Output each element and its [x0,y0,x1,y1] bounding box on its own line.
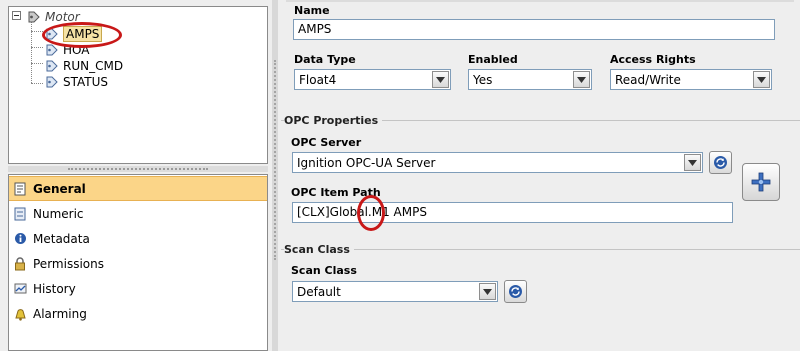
annotation-ellipse [357,195,385,231]
category-general[interactable]: General [9,176,267,201]
general-icon [13,181,27,197]
data-type-label: Data Type [294,53,356,66]
chevron-down-icon[interactable] [684,154,701,171]
tag-tree-panel: Motor AMPS HOA RUN_CMD STATUS [8,6,268,164]
enabled-select[interactable]: Yes [468,69,592,90]
chevron-down-icon[interactable] [573,71,590,88]
tag-icon [46,76,58,88]
tree-item-label: STATUS [63,75,109,89]
crosshair-plus-icon [751,172,771,192]
access-rights-select[interactable]: Read/Write [610,69,772,90]
tag-icon [46,60,58,72]
vertical-splitter[interactable] [272,0,278,351]
chevron-down-icon[interactable] [753,71,770,88]
chevron-down-icon[interactable] [479,283,496,300]
name-input[interactable]: AMPS [293,19,775,40]
history-icon [13,281,27,297]
category-metadata[interactable]: Metadata [9,226,267,251]
refresh-server-button[interactable] [709,151,732,174]
tree-guide-line [31,47,43,48]
annotation-ellipse [42,22,122,48]
category-history[interactable]: History [9,276,267,301]
category-label: Permissions [33,256,104,271]
refresh-icon [714,156,727,169]
browse-opc-button[interactable] [742,163,780,201]
tree-guide-line [31,83,43,84]
bell-icon [13,306,27,322]
category-label: Metadata [33,231,90,246]
lock-icon [13,256,27,272]
category-label: General [33,181,86,196]
enabled-label: Enabled [468,53,518,66]
scan-class-value: Default [297,285,341,299]
chevron-down-icon[interactable] [432,71,449,88]
tree-item-status[interactable]: STATUS [45,74,108,90]
name-label: Name [294,4,330,17]
access-rights-label: Access Rights [610,53,696,66]
tree-guide-line [31,31,43,32]
collapse-toggle[interactable] [12,11,21,20]
section-divider [281,249,800,250]
tree-item-label: RUN_CMD [63,59,124,73]
opc-server-value: Ignition OPC-UA Server [297,156,436,170]
category-label: Numeric [33,206,84,221]
category-list: General Numeric Metadata Permissions His… [8,174,268,351]
scan-section-title: Scan Class [284,243,354,256]
category-label: History [33,281,76,296]
category-label: Alarming [33,306,87,321]
data-type-select[interactable]: Float4 [294,69,451,90]
category-permissions[interactable]: Permissions [9,251,267,276]
enabled-value: Yes [473,73,493,87]
access-rights-value: Read/Write [615,73,681,87]
category-numeric[interactable]: Numeric [9,201,267,226]
refresh-icon [509,285,522,298]
tree-item-run-cmd[interactable]: RUN_CMD [45,58,123,74]
opc-section-title: OPC Properties [284,114,383,127]
data-type-value: Float4 [299,73,337,87]
opc-server-select[interactable]: Ignition OPC-UA Server [292,152,703,173]
scan-class-label: Scan Class [291,264,357,277]
opc-server-label: OPC Server [291,136,362,149]
folder-tag-icon [28,11,40,23]
numeric-icon [13,206,27,222]
panel-edge [286,0,794,2]
category-alarming[interactable]: Alarming [9,301,267,326]
tree-guide-line [31,63,43,64]
metadata-icon [13,231,27,247]
tag-icon [46,44,58,56]
refresh-scan-class-button[interactable] [504,280,527,303]
scan-class-select[interactable]: Default [292,281,498,302]
horizontal-splitter[interactable] [8,166,268,172]
